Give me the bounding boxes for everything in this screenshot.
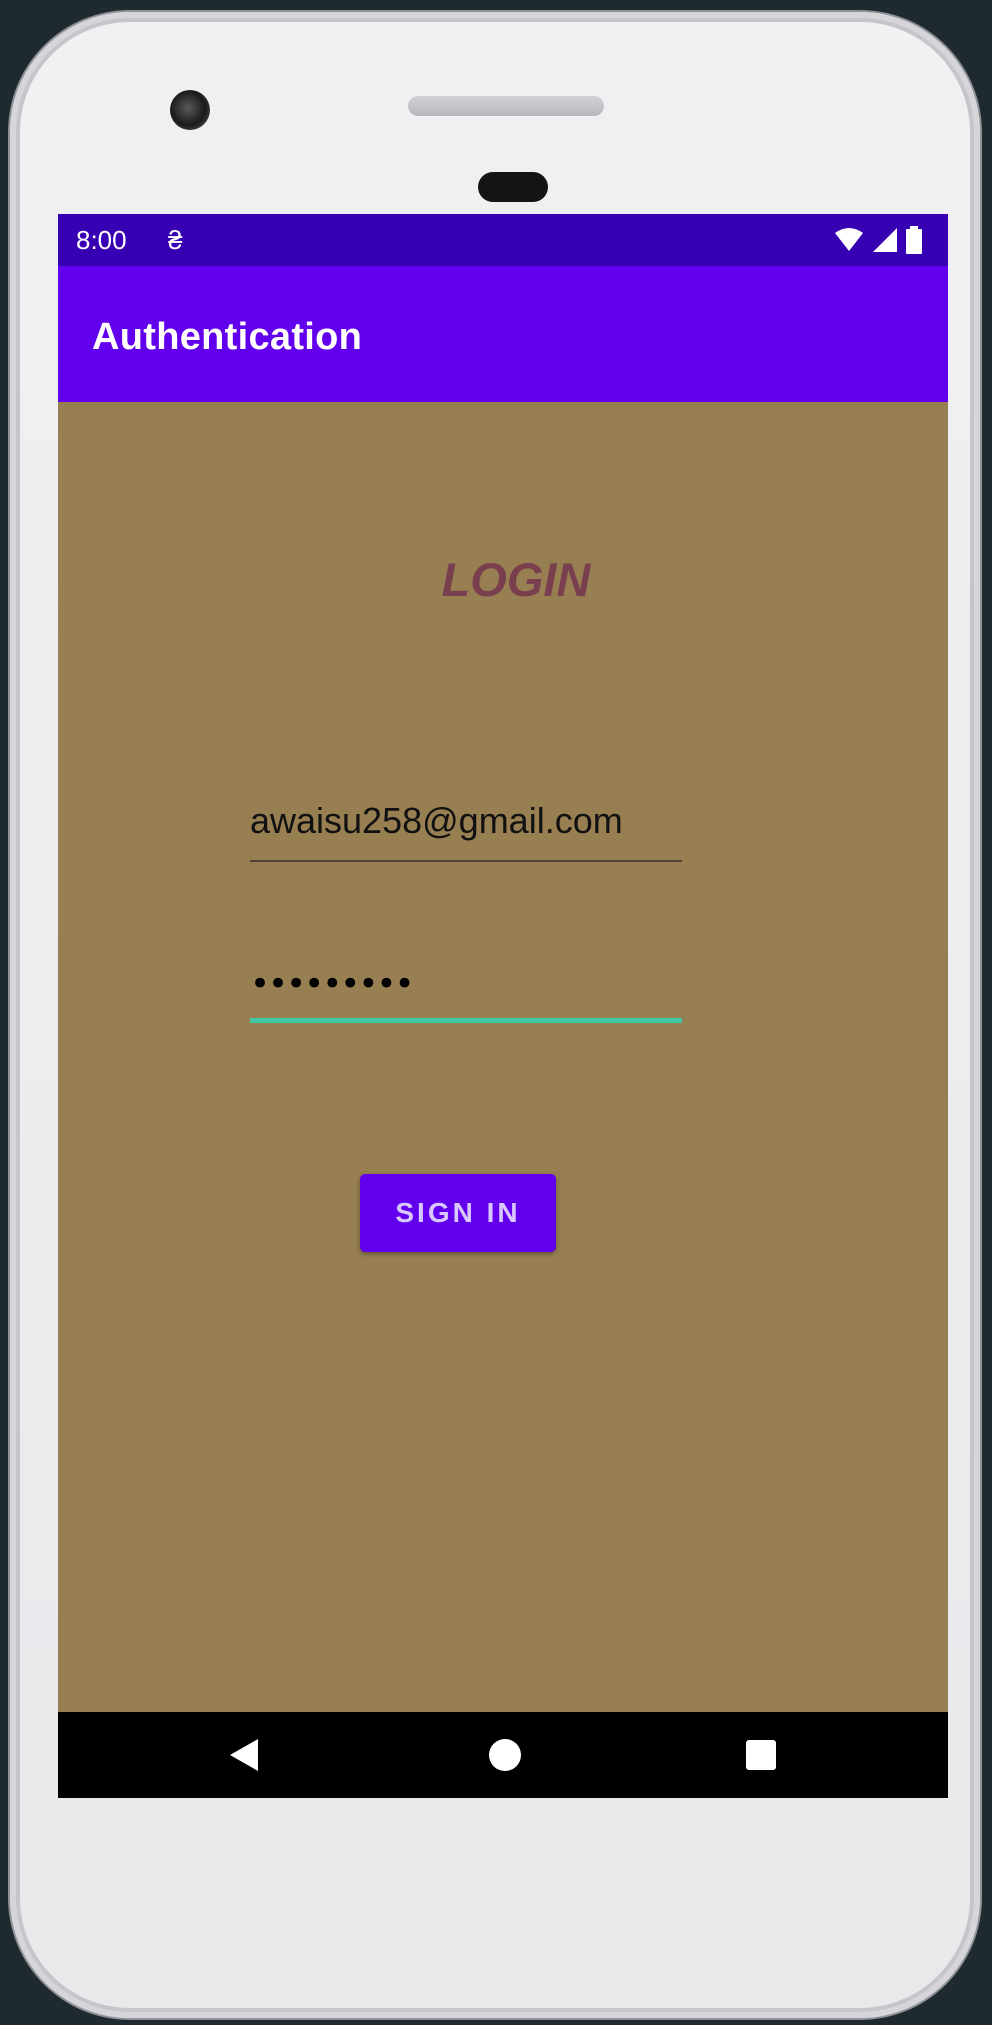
earpiece	[478, 172, 548, 202]
recents-icon	[746, 1740, 776, 1770]
app-title: Authentication	[92, 316, 363, 358]
cell-signal-icon	[873, 228, 897, 252]
sign-in-button[interactable]: SIGN IN	[360, 1174, 556, 1252]
recents-button[interactable]	[721, 1712, 801, 1798]
email-field[interactable]: awaisu258@gmail.com	[250, 800, 682, 862]
phone-frame: 8:00 ₴ Authentication LOGIN awaisu258@gm…	[10, 12, 980, 2018]
back-icon	[230, 1739, 258, 1771]
navigation-bar	[58, 1712, 948, 1798]
login-content: LOGIN awaisu258@gmail.com ••••••••• SIGN…	[58, 402, 948, 1712]
battery-icon	[906, 226, 922, 254]
front-camera	[170, 90, 210, 130]
password-value: •••••••••	[250, 964, 414, 1004]
login-heading: LOGIN	[441, 553, 591, 606]
system-icons	[834, 226, 922, 254]
home-icon	[489, 1739, 521, 1771]
app-bar: Authentication	[58, 266, 948, 402]
notification-icon: ₴	[168, 225, 183, 255]
speaker-grille	[408, 96, 604, 116]
password-field[interactable]: •••••••••	[250, 960, 682, 1023]
email-value: awaisu258@gmail.com	[250, 800, 623, 841]
wifi-icon	[835, 228, 863, 251]
home-button[interactable]	[465, 1712, 545, 1798]
status-time: 8:00	[76, 225, 127, 255]
screen: 8:00 ₴ Authentication LOGIN awaisu258@gm…	[58, 214, 948, 1798]
back-button[interactable]	[204, 1712, 284, 1798]
status-bar: 8:00 ₴	[58, 214, 948, 266]
